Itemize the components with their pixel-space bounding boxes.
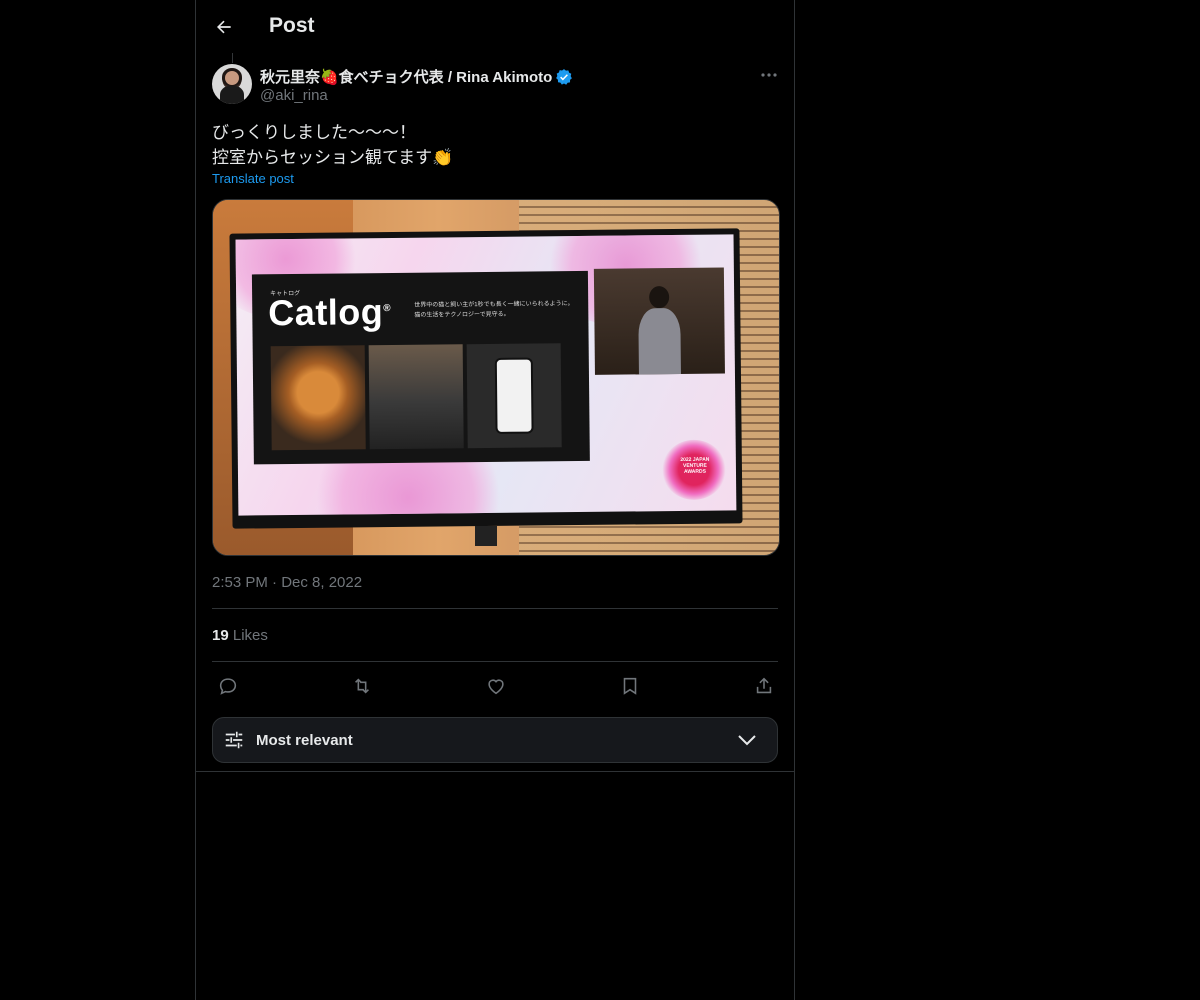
speaker-figure (636, 286, 683, 375)
photo-tv: キャトログ Catlog® 世界中の猫と飼い主が1秒でも長く一緒にいられるように… (229, 228, 743, 529)
slide-phone-photo (466, 343, 562, 449)
top-bar: Post (196, 0, 794, 53)
divider (212, 608, 778, 609)
speaker-video (593, 267, 725, 375)
reply-icon (219, 678, 237, 695)
reply-button[interactable] (215, 673, 241, 699)
tweet-text: びっくりしました〜〜〜！ 控室からセッション観てます👏 (212, 123, 454, 167)
tweet-media-photo[interactable]: キャトログ Catlog® 世界中の猫と飼い主が1秒でも長く一緒にいられるように… (212, 199, 780, 556)
sliders-icon (225, 731, 243, 749)
avatar-body (220, 86, 244, 104)
slide-cat-photo (270, 345, 366, 451)
verified-badge-icon[interactable] (555, 68, 573, 86)
likes-count[interactable]: 19 Likes (212, 627, 268, 644)
more-icon (761, 73, 777, 77)
tweet-timestamp[interactable]: 2:53 PM · Dec 8, 2022 (212, 574, 362, 591)
section-divider (196, 771, 794, 772)
repost-icon (355, 678, 369, 694)
share-button[interactable] (751, 673, 777, 699)
page-title: Post (269, 14, 315, 37)
likes-label: Likes (232, 627, 268, 644)
heart-icon (488, 679, 504, 695)
author-display-name[interactable]: 秋元里奈🍓食べチョク代表 / Rina Akimoto (260, 66, 552, 87)
arrow-left-icon (217, 20, 231, 34)
bookmark-icon (623, 677, 637, 695)
slide-tagline: 世界中の猫と飼い主が1秒でも長く一緒にいられるように。猫の生活をテクノロジーで見… (414, 301, 574, 319)
share-icon (756, 677, 772, 694)
avatar-face (225, 71, 239, 85)
slide-logo-text: Catlog (268, 291, 384, 334)
slide-logo: Catlog® (268, 291, 391, 334)
primary-column: Post 秋元里奈🍓食べチョク代表 / Rina Akimoto @aki_ri… (195, 0, 795, 1000)
photo-tv-stand (475, 526, 497, 546)
reply-sort-dropdown[interactable]: Most relevant (212, 717, 778, 763)
presentation-slide: キャトログ Catlog® 世界中の猫と飼い主が1秒でも長く一緒にいられるように… (251, 270, 590, 465)
repost-button[interactable] (349, 673, 375, 699)
speaker-head (649, 286, 670, 309)
bookmark-button[interactable] (617, 673, 643, 699)
speaker-torso (638, 307, 681, 375)
back-button[interactable] (210, 13, 238, 41)
chevron-down-icon (738, 735, 756, 746)
translate-post-link[interactable]: Translate post (212, 171, 294, 186)
registered-mark: ® (383, 302, 392, 315)
like-button[interactable] (483, 673, 509, 699)
photo-tv-screen: キャトログ Catlog® 世界中の猫と飼い主が1秒でも長く一緒にいられるように… (235, 234, 737, 516)
divider (212, 661, 778, 662)
award-logo-text: 2022 JAPAN VENTURE AWARDS (680, 456, 710, 475)
thread-line (232, 53, 233, 63)
phone-shape (494, 357, 534, 434)
author-name-row: 秋元里奈🍓食べチョク代表 / Rina Akimoto (260, 66, 573, 87)
more-options-button[interactable] (756, 64, 782, 86)
likes-number: 19 (212, 627, 229, 644)
avatar[interactable] (212, 64, 252, 104)
sort-label: Most relevant (256, 732, 353, 749)
slide-litterbox-photo (368, 344, 464, 450)
author-handle[interactable]: @aki_rina (260, 87, 328, 104)
